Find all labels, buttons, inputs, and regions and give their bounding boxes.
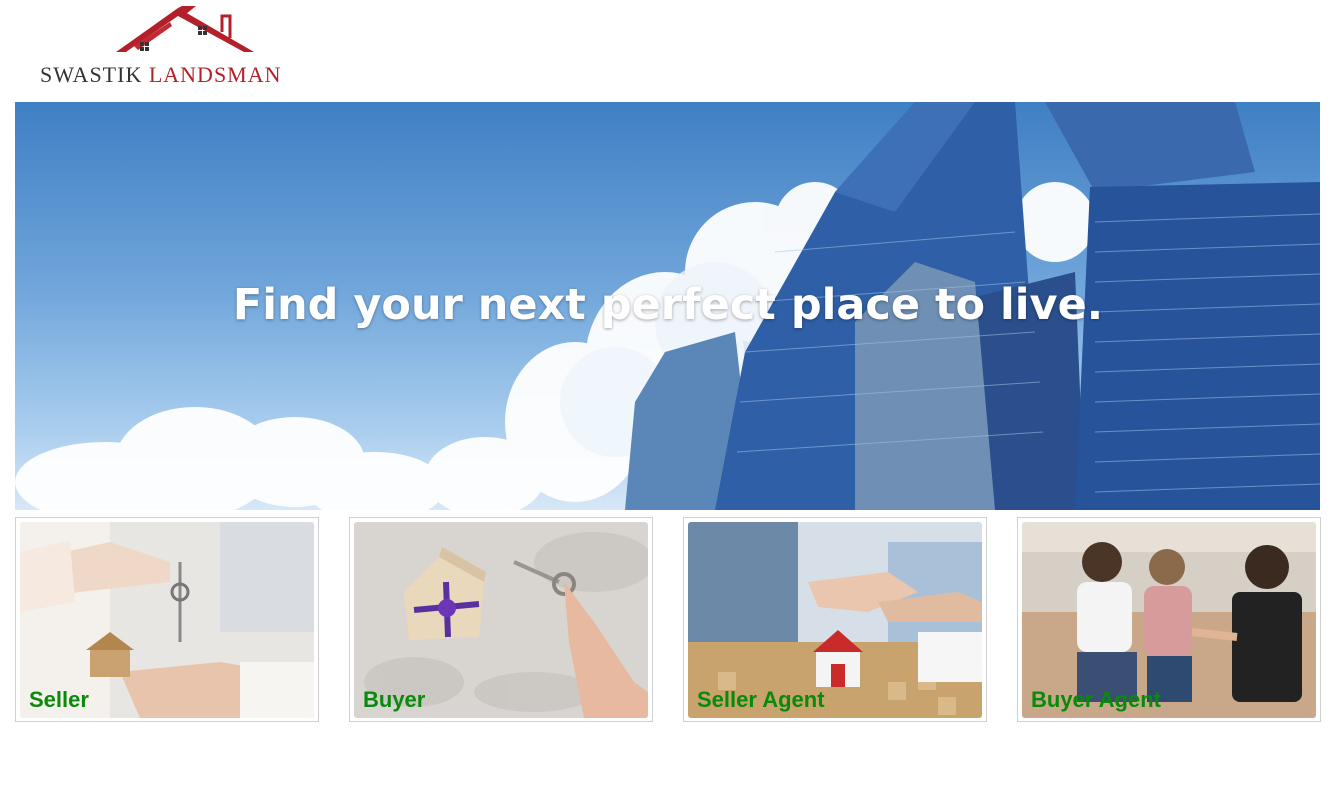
card-buyer-agent[interactable]: Buyer Agent xyxy=(1017,517,1321,722)
brand-name-part2: LANDSMAN xyxy=(148,62,282,87)
hero-banner: Find your next perfect place to live. xyxy=(15,102,1320,510)
buyer-agent-image: Buyer Agent xyxy=(1022,522,1316,718)
buyer-image: Buyer xyxy=(354,522,648,718)
site-header: SWASTIK LANDSMAN xyxy=(0,0,1336,102)
card-buyer-label: Buyer xyxy=(363,687,426,712)
house-roof-icon xyxy=(116,6,254,52)
card-buyer-agent-label: Buyer Agent xyxy=(1031,687,1161,712)
brand-name-part1: SWASTIK xyxy=(40,62,143,87)
hero-title: Find your next perfect place to live. xyxy=(232,280,1104,330)
brand-name: SWASTIK LANDSMAN xyxy=(40,62,282,88)
seller-image: Seller xyxy=(20,522,314,718)
card-buyer[interactable]: Buyer xyxy=(349,517,653,722)
seller-agent-image: Seller Agent xyxy=(688,522,982,718)
card-seller-label: Seller xyxy=(29,687,89,712)
card-seller-agent-label: Seller Agent xyxy=(697,687,825,712)
card-seller[interactable]: Seller xyxy=(15,517,319,722)
site-logo[interactable]: SWASTIK LANDSMAN xyxy=(38,6,330,88)
card-seller-agent[interactable]: Seller Agent xyxy=(683,517,987,722)
